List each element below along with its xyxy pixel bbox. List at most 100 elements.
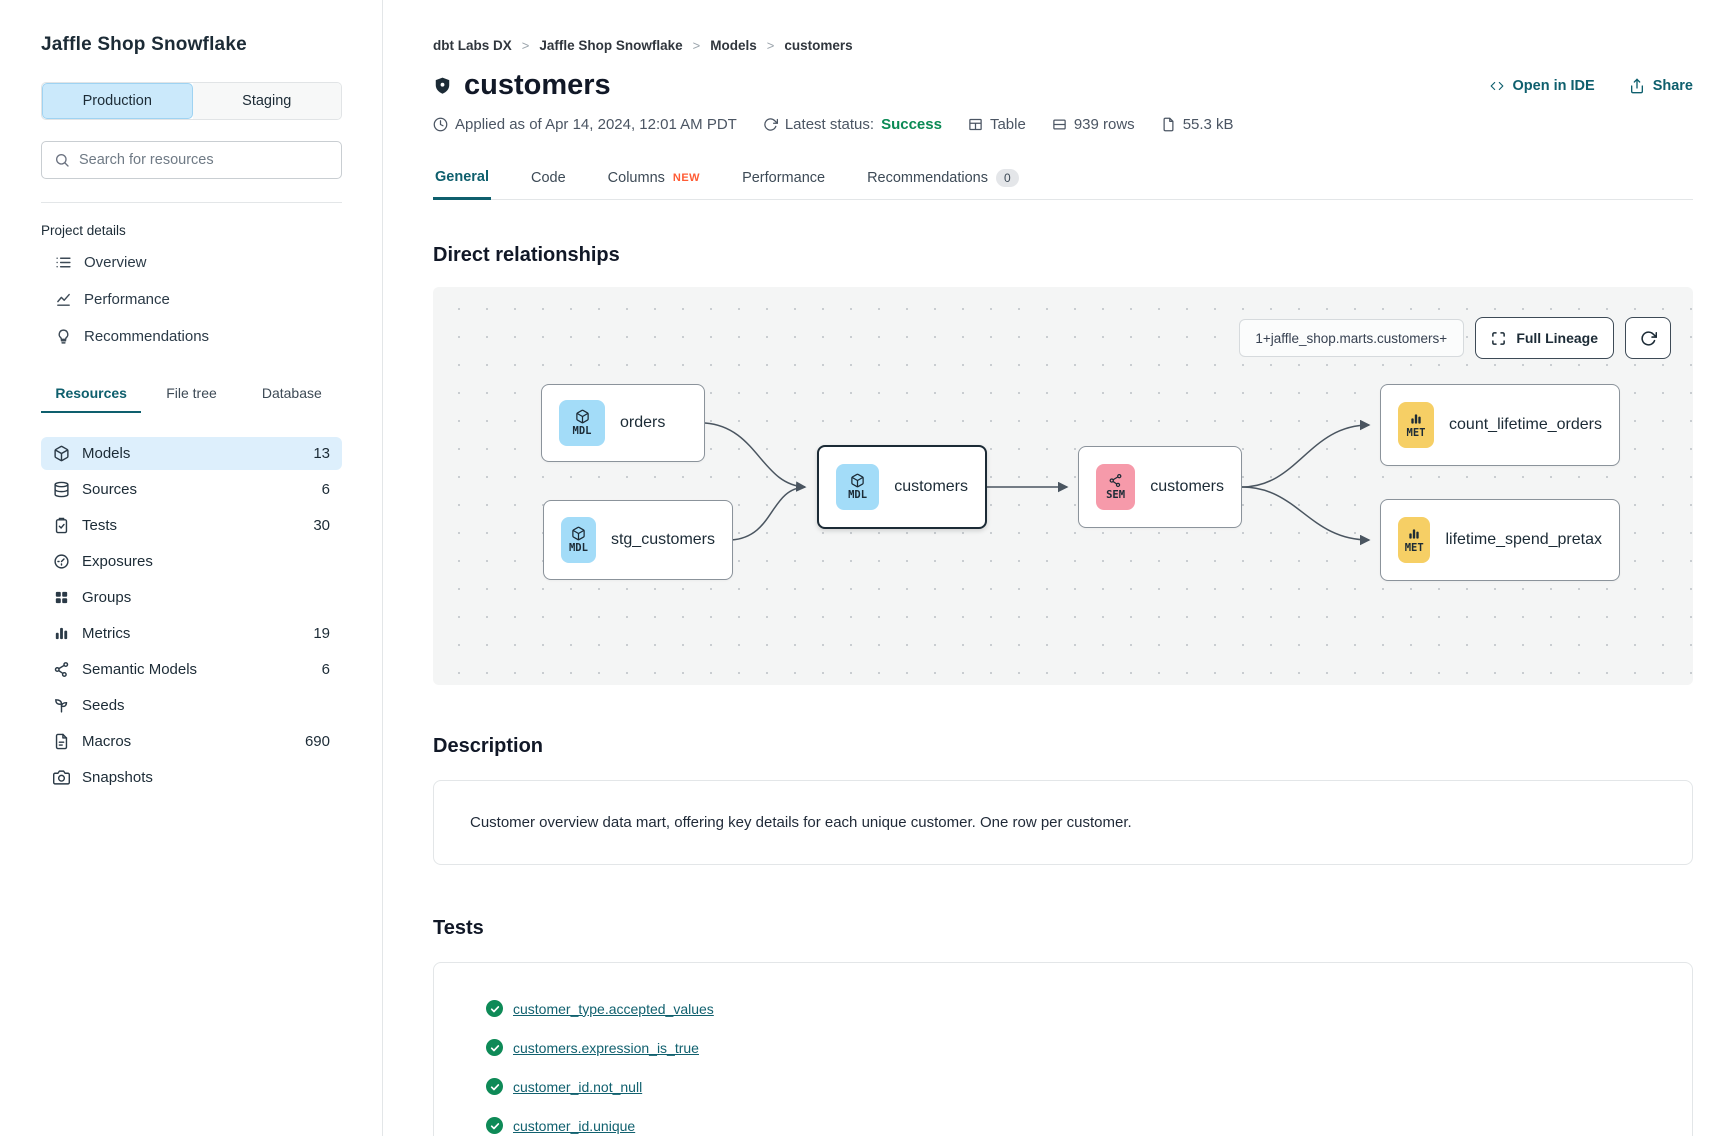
description-text: Customer overview data mart, offering ke… [470,814,1132,831]
row-count: 939 rows [1052,116,1135,133]
chevron-right-icon: > [693,38,701,53]
tab-performance[interactable]: Performance [740,159,827,199]
resource-count: 30 [313,517,330,534]
check-circle-icon [486,1000,503,1017]
sidebar-item-models[interactable]: Models 13 [41,437,342,470]
tab-recommendations[interactable]: Recommendations0 [865,159,1021,199]
model-metadata: Applied as of Apr 14, 2024, 12:01 AM PDT… [433,116,1693,133]
resource-tabs: Resources File tree Database [41,377,342,413]
page-title: customers [464,69,611,102]
chevron-right-icon: > [522,38,530,53]
tab-database[interactable]: Database [242,377,342,413]
lineage-node-orders[interactable]: MDL orders [541,384,705,462]
resource-label: Exposures [82,553,153,570]
resource-label: Macros [82,733,131,750]
breadcrumb-account[interactable]: dbt Labs DX [433,38,512,53]
model-badge: MDL [559,400,605,446]
sidebar-divider [41,202,342,203]
resource-count: 6 [322,481,330,498]
breadcrumb-project[interactable]: Jaffle Shop Snowflake [539,38,682,53]
sidebar-item-semantic-models[interactable]: Semantic Models 6 [41,653,342,686]
refresh-lineage-button[interactable] [1625,317,1671,359]
breadcrumb-models[interactable]: Models [710,38,757,53]
resource-label: Snapshots [82,769,153,786]
breadcrumb-current: customers [784,38,852,53]
open-in-ide-button[interactable]: Open in IDE [1489,78,1595,94]
lineage-node-stg-customers[interactable]: MDL stg_customers [543,500,733,580]
app-window: Jaffle Shop Snowflake Production Staging… [0,0,1727,1136]
clipboard-check-icon [53,517,70,534]
resource-label: Metrics [82,625,130,642]
test-link[interactable]: customer_id.unique [513,1118,635,1134]
resource-count: 19 [313,625,330,642]
sidebar-item-recommendations[interactable]: Recommendations [41,318,342,355]
sidebar-item-performance[interactable]: Performance [41,281,342,318]
share-button[interactable]: Share [1629,78,1693,94]
resource-list: Models 13 Sources 6 Tests 30 Exposures G… [41,437,342,794]
sidebar-item-snapshots[interactable]: Snapshots [41,761,342,794]
sidebar-item-overview[interactable]: Overview [41,244,342,281]
sidebar-item-groups[interactable]: Groups [41,581,342,614]
applied-timestamp: Applied as of Apr 14, 2024, 12:01 AM PDT [433,116,737,133]
metric-badge: MET [1398,402,1434,448]
bar-chart-icon [1409,412,1423,426]
code-icon [1489,79,1505,93]
description-card: Customer overview data mart, offering ke… [433,780,1693,865]
clock-icon [433,117,448,132]
sidebar-item-sources[interactable]: Sources 6 [41,473,342,506]
chevron-right-icon: > [767,38,775,53]
lineage-node-count-lifetime-orders[interactable]: MET count_lifetime_orders [1380,384,1620,466]
check-circle-icon [486,1039,503,1056]
model-badge: MDL [836,464,879,510]
seedling-icon [53,697,70,714]
full-lineage-button[interactable]: Full Lineage [1475,317,1614,359]
lineage-node-lifetime-spend-pretax[interactable]: MET lifetime_spend_pretax [1380,499,1620,581]
test-link[interactable]: customer_id.not_null [513,1079,642,1095]
detail-tabs: General Code ColumnsNEW Performance Reco… [433,159,1693,200]
semantic-nodes-icon [1108,473,1123,488]
test-link[interactable]: customer_type.accepted_values [513,1001,714,1017]
env-tab-staging[interactable]: Staging [193,83,342,119]
resource-count: 13 [313,445,330,462]
file-size: 55.3 kB [1161,116,1234,133]
test-row: customer_id.not_null [486,1071,1656,1102]
breadcrumb: dbt Labs DX > Jaffle Shop Snowflake > Mo… [433,38,1693,53]
share-label: Share [1653,78,1693,94]
test-link[interactable]: customers.expression_is_true [513,1040,699,1056]
semantic-badge: SEM [1096,464,1135,510]
lightbulb-icon [55,328,72,345]
grid-icon [53,589,70,606]
tab-general[interactable]: General [433,159,491,200]
sidebar-item-exposures[interactable]: Exposures [41,545,342,578]
search-input[interactable] [79,152,329,168]
sidebar-item-macros[interactable]: Macros 690 [41,725,342,758]
test-row: customers.expression_is_true [486,1032,1656,1063]
semantic-nodes-icon [53,661,70,678]
resource-label: Sources [82,481,137,498]
lineage-selector-input[interactable] [1239,319,1464,357]
list-icon [55,254,72,271]
node-label: lifetime_spend_pretax [1445,531,1602,549]
sidebar-item-label: Performance [84,291,170,308]
gauge-icon [53,553,70,570]
cube-icon [53,445,70,462]
tab-code[interactable]: Code [529,159,568,199]
tab-file-tree[interactable]: File tree [141,377,241,413]
share-icon [1629,78,1645,94]
tab-resources[interactable]: Resources [41,377,141,413]
refresh-icon [1640,330,1657,347]
sidebar-item-metrics[interactable]: Metrics 19 [41,617,342,650]
env-tab-production[interactable]: Production [42,83,193,119]
tab-columns[interactable]: ColumnsNEW [606,159,702,199]
search-box[interactable] [41,141,342,179]
database-icon [53,481,70,498]
sidebar-item-tests[interactable]: Tests 30 [41,509,342,542]
file-size-icon [1161,117,1176,132]
lineage-node-customers-model[interactable]: MDL customers [817,445,987,529]
bar-chart-icon [1407,527,1421,541]
lineage-canvas[interactable]: Full Lineage [433,287,1693,685]
sidebar-item-seeds[interactable]: Seeds [41,689,342,722]
lineage-node-customers-semantic[interactable]: SEM customers [1078,446,1242,528]
status-success-value: Success [881,116,942,133]
resource-label: Tests [82,517,117,534]
